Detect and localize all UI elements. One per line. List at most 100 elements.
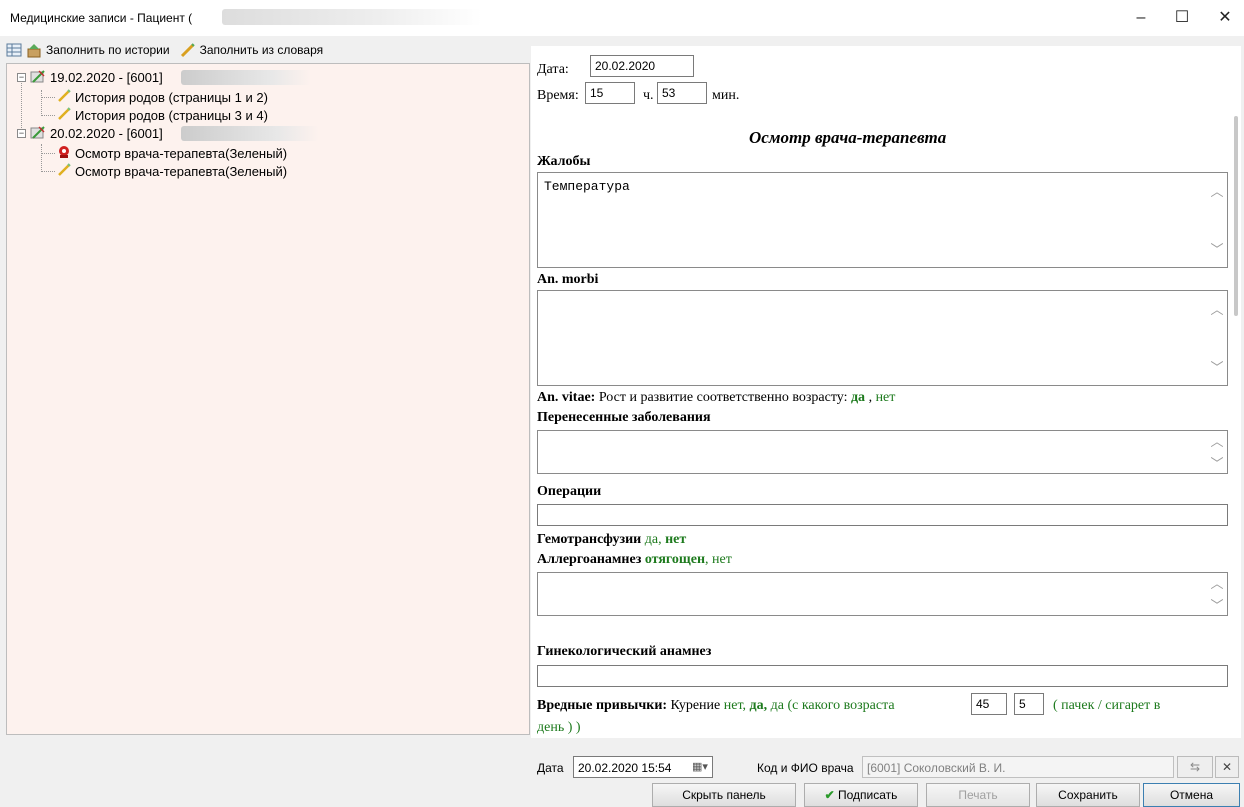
tree-node-label: История родов (страницы 1 и 2) bbox=[75, 89, 268, 105]
collapse-icon[interactable]: − bbox=[17, 72, 26, 82]
tree-node-date-2[interactable]: − 20.02.2020 - [6001] bbox=[17, 124, 163, 142]
tree-node-document[interactable]: История родов (страницы 1 и 2) bbox=[57, 88, 268, 106]
allergy-textarea[interactable]: ︿ ﹀ bbox=[537, 572, 1228, 616]
past-diseases-label: Перенесенные заболевания bbox=[537, 410, 711, 425]
allergy-no-option[interactable]: , нет bbox=[705, 552, 732, 567]
bottom-date-picker[interactable]: 20.02.2020 15:54 ▦▾ bbox=[573, 756, 713, 778]
chevron-down-icon[interactable]: ﹀ bbox=[1210, 457, 1224, 471]
smoking-units-text: ( пачек / сигарет в bbox=[1053, 698, 1161, 713]
smoking-count-input[interactable] bbox=[1014, 693, 1044, 715]
fill-from-history-button[interactable]: Заполнить по истории bbox=[26, 42, 170, 58]
an-vitae-yes-option[interactable]: да bbox=[851, 390, 865, 405]
smoking-units-end: день ) ) bbox=[537, 720, 581, 735]
bottom-date-label: Дата bbox=[537, 761, 564, 775]
form-scrollbar[interactable] bbox=[1231, 46, 1241, 738]
scrollbar-thumb[interactable] bbox=[1234, 116, 1238, 316]
allergy-row: Аллергоанамнез отягощен, нет bbox=[537, 552, 732, 568]
chevron-down-icon[interactable]: ﹀ bbox=[1210, 599, 1224, 613]
chevron-down-icon[interactable]: ﹀ bbox=[1210, 243, 1224, 257]
select-doctor-icon[interactable]: ⇆ bbox=[1177, 756, 1213, 778]
dictionary-icon bbox=[180, 42, 196, 58]
chevron-down-icon[interactable]: ﹀ bbox=[1210, 361, 1224, 375]
tree-node-date-1[interactable]: − 19.02.2020 - [6001] bbox=[17, 68, 163, 86]
toolbar: Заполнить по истории Заполнить из словар… bbox=[6, 39, 329, 61]
cancel-button[interactable]: Отмена bbox=[1143, 783, 1240, 807]
tree-node-label: Осмотр врача-терапевта(Зеленый) bbox=[75, 163, 288, 179]
fill-from-dictionary-button[interactable]: Заполнить из словаря bbox=[180, 42, 324, 58]
sign-button[interactable]: ✔ Подписать bbox=[804, 783, 918, 807]
an-morbi-textarea[interactable]: ︿ ﹀ bbox=[537, 290, 1228, 386]
records-tree[interactable]: − 19.02.2020 - [6001] История родов (стр… bbox=[6, 63, 530, 735]
grid-icon[interactable] bbox=[6, 42, 22, 58]
transfusion-no-option[interactable]: нет bbox=[665, 532, 686, 547]
title-bar: Медицинские записи - Пациент ( – ☐ ✕ bbox=[0, 0, 1244, 36]
transfusion-label: Гемотрансфузии bbox=[537, 532, 642, 547]
doctor-name-blurred bbox=[181, 126, 319, 141]
doctor-value: [6001] Соколовский В. И. bbox=[867, 761, 1006, 775]
an-vitae-no-option[interactable]: нет bbox=[876, 390, 896, 405]
tree-node-label: 19.02.2020 - [6001] bbox=[50, 69, 163, 85]
transfusion-yes-option[interactable]: да, bbox=[645, 532, 662, 547]
minutes-input[interactable] bbox=[657, 82, 707, 104]
habits-row: Вредные привычки: Курение нет, да, да (с… bbox=[537, 698, 895, 714]
an-vitae-separator: , bbox=[868, 390, 873, 405]
tree-node-label: 20.02.2020 - [6001] bbox=[50, 125, 163, 141]
record-group-icon bbox=[30, 68, 46, 87]
operations-input[interactable] bbox=[537, 504, 1228, 526]
an-morbi-label: An. morbi bbox=[537, 272, 599, 287]
smoking-label: Курение bbox=[670, 698, 721, 713]
smoking-yes-option[interactable]: да, bbox=[750, 698, 768, 713]
maximize-button[interactable]: ☐ bbox=[1167, 6, 1197, 30]
chevron-up-icon[interactable]: ︿ bbox=[1210, 435, 1224, 449]
chevron-up-icon[interactable]: ︿ bbox=[1210, 185, 1224, 199]
close-button[interactable]: ✕ bbox=[1210, 6, 1240, 30]
allergy-burdened-option[interactable]: отягощен bbox=[645, 552, 705, 567]
smoking-since-text: да (с какого возраста bbox=[770, 698, 895, 713]
chevron-up-icon[interactable]: ︿ bbox=[1210, 577, 1224, 591]
complaints-label: Жалобы bbox=[537, 154, 591, 169]
habits-label: Вредные привычки: bbox=[537, 698, 668, 713]
complaints-text: Температура bbox=[544, 179, 630, 194]
hours-input[interactable] bbox=[585, 82, 635, 104]
tree-node-document[interactable]: Осмотр врача-терапевта(Зеленый) bbox=[57, 162, 287, 180]
fill-dictionary-label: Заполнить из словаря bbox=[199, 43, 324, 57]
an-vitae-text: Рост и развитие соответственно возрасту: bbox=[598, 390, 848, 405]
form-heading: Осмотр врача-терапевта bbox=[749, 128, 947, 147]
window-title: Медицинские записи - Пациент ( bbox=[10, 11, 193, 25]
date-label: Дата: bbox=[537, 62, 569, 77]
patient-name-blurred bbox=[222, 9, 482, 25]
record-group-icon bbox=[30, 124, 46, 143]
save-button[interactable]: Сохранить bbox=[1036, 783, 1140, 807]
tree-node-label: Осмотр врача-терапевта(Зеленый) bbox=[75, 145, 288, 161]
sign-label: Подписать bbox=[838, 788, 898, 802]
checkmark-icon: ✔ bbox=[824, 788, 835, 802]
bottom-bar: Дата 20.02.2020 15:54 ▦▾ Код и ФИО врача… bbox=[531, 740, 1244, 807]
minutes-unit: мин. bbox=[712, 88, 740, 103]
doctor-label: Код и ФИО врача bbox=[757, 761, 854, 775]
clear-doctor-icon[interactable]: ✕ bbox=[1215, 756, 1239, 778]
past-diseases-textarea[interactable]: ︿ ﹀ bbox=[537, 430, 1228, 474]
an-vitae-row: An. vitae: Рост и развитие соответственн… bbox=[537, 390, 895, 406]
gynecological-history-input[interactable] bbox=[537, 665, 1228, 687]
history-icon bbox=[26, 42, 42, 58]
pencil-icon bbox=[57, 162, 71, 180]
gynecological-history-label: Гинекологический анамнез bbox=[537, 644, 712, 659]
time-label: Время: bbox=[537, 88, 579, 103]
tree-node-document[interactable]: История родов (страницы 3 и 4) bbox=[57, 106, 268, 124]
signed-seal-icon bbox=[57, 145, 71, 162]
tree-node-document-signed[interactable]: Осмотр врача-терапевта(Зеленый) bbox=[57, 144, 287, 162]
minimize-button[interactable]: – bbox=[1126, 6, 1156, 30]
date-input[interactable] bbox=[590, 55, 694, 77]
print-button[interactable]: Печать bbox=[926, 783, 1030, 807]
record-form: Дата: Время: ч. мин. Осмотр врача-терапе… bbox=[531, 46, 1241, 738]
smoking-age-input[interactable] bbox=[971, 693, 1007, 715]
allergy-label: Аллергоанамнез bbox=[537, 552, 642, 567]
hide-panel-button[interactable]: Скрыть панель bbox=[652, 783, 796, 807]
collapse-icon[interactable]: − bbox=[17, 128, 26, 138]
complaints-textarea[interactable]: Температура ︿ ﹀ bbox=[537, 172, 1228, 268]
pencil-icon bbox=[57, 88, 71, 106]
chevron-up-icon[interactable]: ︿ bbox=[1210, 303, 1224, 317]
smoking-no-option[interactable]: нет, bbox=[724, 698, 746, 713]
doctor-field[interactable]: [6001] Соколовский В. И. bbox=[862, 756, 1174, 778]
calendar-dropdown-icon[interactable]: ▦▾ bbox=[692, 760, 708, 773]
